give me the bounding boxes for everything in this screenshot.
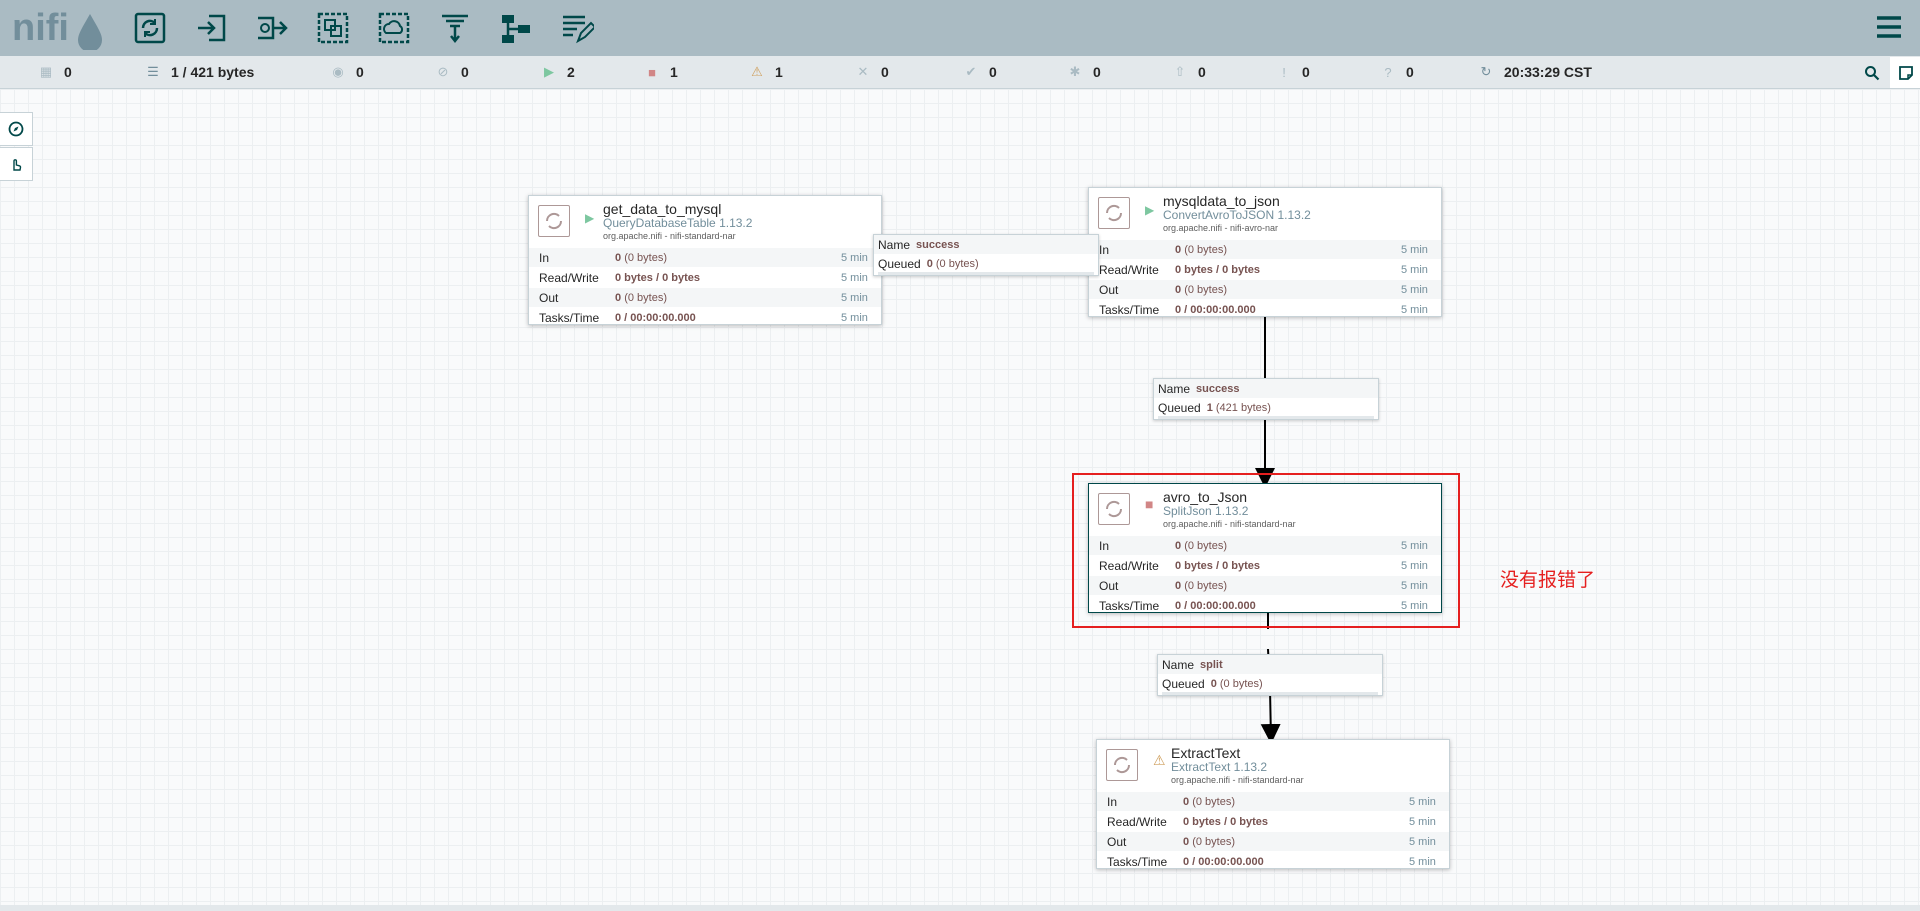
connection-label[interactable]: Name split Queued 0 (0 bytes) [1157, 654, 1383, 696]
stopped-status: ■ 1 [644, 56, 678, 88]
stats-row: Out 0 (0 bytes) 5 min [1089, 279, 1441, 299]
processor-icon [1098, 197, 1130, 229]
flow-canvas[interactable] [0, 89, 1920, 906]
stats-row: Read/Write 0 bytes / 0 bytes 5 min [1097, 811, 1449, 831]
funnel-icon[interactable] [436, 9, 474, 47]
stats-row: Tasks/Time 0 / 00:00:00.000 5 min [1089, 299, 1441, 319]
compass-icon [8, 121, 24, 137]
hand-pointer-icon [13, 159, 22, 171]
play-icon: ▶ [585, 211, 595, 225]
queued-status: ☰ 1 / 421 bytes [145, 56, 254, 88]
transmitting-status: ◉ 0 [330, 56, 363, 88]
play-icon: ▶ [1145, 203, 1155, 217]
list-icon: ☰ [147, 64, 159, 79]
stale-status: ⇧ 0 [1172, 56, 1206, 88]
processor-name: mysqldata_to_json [1163, 193, 1280, 209]
stats-row: Out 0 (0 bytes) 5 min [1097, 831, 1449, 851]
sync-failure-status: ? 0 [1380, 56, 1413, 88]
nifi-logo: nifi [12, 6, 112, 52]
locally-modified-status: ✱ 0 [1067, 56, 1101, 88]
output-port-icon[interactable] [253, 9, 291, 47]
processor-type: QueryDatabaseTable 1.13.2 [603, 216, 753, 230]
navigate-panel-toggle[interactable] [0, 112, 33, 146]
connection-label[interactable]: Name success Queued 1 (421 bytes) [1153, 378, 1379, 420]
processor-bundle: org.apache.nifi - nifi-avro-nar [1163, 223, 1279, 233]
hamburger-menu-icon[interactable] [1874, 12, 1904, 42]
queue-bar [1158, 416, 1374, 419]
processor-card[interactable]: ▶ get_data_to_mysql QueryDatabaseTable 1… [528, 195, 882, 325]
running-status: ▶ 2 [541, 56, 575, 88]
cluster-status: ▦ 0 [39, 64, 72, 80]
disabled-icon: ✕ [857, 64, 869, 79]
processor-bundle: org.apache.nifi - nifi-standard-nar [1171, 775, 1304, 785]
svg-text:nifi: nifi [12, 7, 69, 49]
processor-icon [538, 205, 570, 237]
stats-row: In 0 (0 bytes) 5 min [529, 247, 881, 267]
queue-bar [1162, 692, 1378, 695]
play-icon: ▶ [544, 64, 554, 79]
template-icon[interactable] [497, 9, 535, 47]
processor-card[interactable]: ▶ mysqldata_to_json ConvertAvroToJSON 1.… [1088, 187, 1442, 317]
highlight-box [1072, 473, 1460, 628]
processor-type: ConvertAvroToJSON 1.13.2 [1163, 208, 1311, 222]
locally-modified-stale-status: ! 0 [1276, 56, 1310, 88]
processor-name: get_data_to_mysql [603, 201, 722, 217]
disabled-status: ✕ 0 [855, 56, 889, 88]
not-transmitting-status: ⊘ 0 [435, 56, 469, 88]
connection-label[interactable]: Name success Queued 0 (0 bytes) [873, 234, 1099, 276]
search-icon[interactable] [1856, 57, 1888, 88]
processor-card[interactable]: ⚠ ExtractText ExtractText 1.13.2 org.apa… [1096, 739, 1450, 869]
stats-row: Read/Write 0 bytes / 0 bytes 5 min [1089, 259, 1441, 279]
warning-icon: ⚠ [751, 64, 763, 79]
question-icon: ? [1384, 64, 1392, 80]
stop-icon: ■ [648, 64, 656, 80]
stats-row: Tasks/Time 0 / 00:00:00.000 5 min [529, 307, 881, 327]
refresh-status[interactable]: ↻ 20:33:29 CST [1478, 56, 1592, 88]
processor-name: ExtractText [1171, 745, 1241, 761]
stats-row: In 0 (0 bytes) 5 min [1089, 239, 1441, 259]
label-icon[interactable] [558, 9, 596, 47]
queue-bar [878, 272, 1094, 275]
stats-row: Out 0 (0 bytes) 5 min [529, 287, 881, 307]
up-to-date-status: ✔ 0 [963, 56, 997, 88]
remote-process-group-icon[interactable] [375, 9, 413, 47]
processor-icon [1106, 749, 1138, 781]
bulletin-board-icon[interactable] [1890, 57, 1920, 88]
refresh-icon[interactable]: ↻ [1478, 64, 1494, 80]
transmitting-icon: ◉ [332, 64, 344, 79]
not-transmitting-icon: ⊘ [437, 64, 449, 79]
processor-type: ExtractText 1.13.2 [1171, 760, 1268, 774]
connection-lines [881, 264, 1920, 906]
cluster-icon: ▦ [39, 64, 53, 79]
stats-row: Read/Write 0 bytes / 0 bytes 5 min [529, 267, 881, 287]
processor-stats: In 0 (0 bytes) 5 min Read/Write 0 bytes / 0… [529, 247, 881, 327]
warning-icon: ⚠ [1153, 752, 1166, 768]
canvas-bottom-border [0, 905, 1920, 911]
stats-row: Tasks/Time 0 / 00:00:00.000 5 min [1097, 851, 1449, 871]
process-group-icon[interactable] [314, 9, 352, 47]
input-port-icon[interactable] [193, 9, 231, 47]
processor-stats: In 0 (0 bytes) 5 min Read/Write 0 bytes / 0… [1089, 239, 1441, 319]
processor-stats: In 0 (0 bytes) 5 min Read/Write 0 bytes / 0… [1097, 791, 1449, 871]
top-toolbar: nifi [0, 0, 1920, 56]
asterisk-icon: ✱ [1069, 64, 1081, 79]
invalid-status: ⚠ 1 [749, 56, 783, 88]
annotation-note: 没有报错了 [1500, 570, 1596, 591]
processor-bundle: org.apache.nifi - nifi-standard-nar [603, 231, 736, 241]
flow-status-bar: ▦ 0 ☰ 1 / 421 bytes ◉ 0 ⊘ 0 ▶ 2 ■ 1 ⚠ 1 ✕ 0 ✔ 0 ✱… [0, 56, 1920, 89]
arrow-up-circle-icon: ⇧ [1174, 64, 1186, 79]
processor-icon[interactable] [131, 9, 169, 47]
exclamation-circle-icon: ! [1282, 64, 1286, 80]
operate-panel-toggle[interactable] [0, 147, 33, 181]
check-icon: ✔ [965, 64, 977, 79]
stats-row: In 0 (0 bytes) 5 min [1097, 791, 1449, 811]
